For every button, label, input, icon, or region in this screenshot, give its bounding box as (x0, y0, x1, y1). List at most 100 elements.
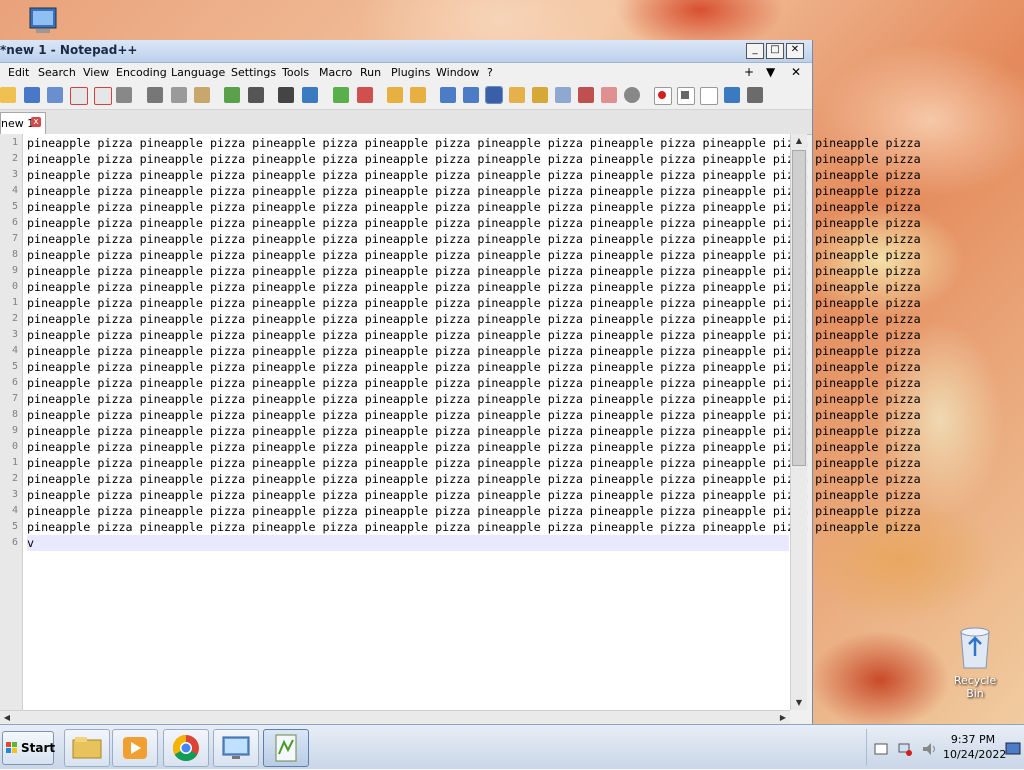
show-desktop-icon[interactable] (1005, 741, 1021, 757)
menu-window[interactable]: Window (436, 66, 479, 79)
cut-icon[interactable] (147, 87, 163, 103)
monitoring-icon[interactable] (624, 87, 640, 103)
zoom-out-icon[interactable] (357, 87, 373, 103)
text-line[interactable]: 2 pineapple pizza pineapple pizza pineapp… (12, 471, 921, 487)
menu-help[interactable]: ? (487, 66, 493, 79)
text-line[interactable]: 1 pineapple pizza pineapple pizza pineapp… (12, 135, 921, 151)
paste-icon[interactable] (194, 87, 210, 103)
title-bar[interactable]: *new 1 - Notepad++ _ □ ✕ (0, 40, 812, 63)
text-line[interactable]: 5 pineapple pizza pineapple pizza pineapp… (12, 359, 921, 375)
text-line[interactable]: 0 pineapple pizza pineapple pizza pineapp… (12, 439, 921, 455)
text-lines[interactable]: 1 pineapple pizza pineapple pizza pineapp… (12, 135, 921, 551)
text-line[interactable]: 9 pineapple pizza pineapple pizza pineapp… (12, 423, 921, 439)
folder-as-workspace-icon[interactable] (601, 87, 617, 103)
text-line[interactable]: 9 pineapple pizza pineapple pizza pineapp… (12, 263, 921, 279)
text-line[interactable]: 3 pineapple pizza pineapple pizza pineapp… (12, 167, 921, 183)
playback-macro-icon[interactable] (700, 87, 718, 105)
text-line[interactable]: 3 pineapple pizza pineapple pizza pineapp… (12, 487, 921, 503)
indent-guide-icon[interactable] (485, 86, 503, 104)
taskbar-remote-desktop[interactable] (213, 729, 259, 767)
action-center-icon[interactable] (873, 741, 889, 757)
redo-icon[interactable] (248, 87, 264, 103)
word-wrap-icon[interactable] (440, 87, 456, 103)
save-all-icon[interactable] (47, 87, 63, 103)
text-line[interactable]: 7 pineapple pizza pineapple pizza pineapp… (12, 231, 921, 247)
network-icon[interactable] (897, 741, 913, 757)
define-language-icon[interactable] (509, 87, 525, 103)
zoom-in-icon[interactable] (333, 87, 349, 103)
minimize-button[interactable]: _ (746, 43, 764, 59)
open-file-icon[interactable] (0, 87, 16, 103)
text-line[interactable]: 2 pineapple pizza pineapple pizza pineapp… (12, 151, 921, 167)
menu-macro[interactable]: Macro (319, 66, 352, 79)
scroll-right-icon[interactable]: ▶ (776, 711, 790, 725)
text-line[interactable]: 2 pineapple pizza pineapple pizza pineapp… (12, 311, 921, 327)
menu-edit[interactable]: Edit (8, 66, 29, 79)
stop-recording-icon[interactable] (677, 87, 695, 105)
menu-search[interactable]: Search (38, 66, 76, 79)
text-line[interactable]: 4 pineapple pizza pineapple pizza pineapp… (12, 503, 921, 519)
taskbar-file-explorer[interactable] (64, 729, 110, 767)
save-icon[interactable] (24, 87, 40, 103)
recycle-bin[interactable]: Recycle Bin (945, 626, 1005, 700)
menu-view[interactable]: View (83, 66, 109, 79)
print-icon[interactable] (116, 87, 132, 103)
menu-run[interactable]: Run (360, 66, 381, 79)
volume-icon[interactable] (921, 741, 937, 757)
text-line[interactable]: 8 pineapple pizza pineapple pizza pineapp… (12, 247, 921, 263)
menu-tools[interactable]: Tools (282, 66, 309, 79)
tab-new-1[interactable]: new 1 x (0, 112, 46, 134)
sync-vertical-icon[interactable] (387, 87, 403, 103)
document-map-icon[interactable] (532, 87, 548, 103)
horizontal-scrollbar[interactable]: ◀ ▶ (0, 710, 790, 725)
save-macro-icon[interactable] (747, 87, 763, 103)
sync-horizontal-icon[interactable] (410, 87, 426, 103)
show-all-characters-icon[interactable] (463, 87, 479, 103)
text-line[interactable]: 0 pineapple pizza pineapple pizza pineapp… (12, 279, 921, 295)
text-line[interactable]: 5 pineapple pizza pineapple pizza pineapp… (12, 519, 921, 535)
record-macro-icon[interactable] (654, 87, 672, 105)
replace-icon[interactable] (302, 87, 318, 103)
current-text-line[interactable]: 6v (12, 535, 789, 551)
find-icon[interactable] (278, 87, 294, 103)
text-line[interactable]: 8 pineapple pizza pineapple pizza pineapp… (12, 407, 921, 423)
text-line[interactable]: 6 pineapple pizza pineapple pizza pineapp… (12, 215, 921, 231)
run-macro-multiple-icon[interactable] (724, 87, 740, 103)
taskbar-chrome[interactable] (163, 729, 209, 767)
close-document-button[interactable]: ✕ (791, 65, 801, 79)
menu-language[interactable]: Language (171, 66, 225, 79)
maximize-button[interactable]: □ (766, 43, 784, 59)
new-tab-plus-button[interactable]: + (744, 65, 754, 79)
close-all-icon[interactable] (94, 87, 112, 105)
text-line[interactable]: 4 pineapple pizza pineapple pizza pineapp… (12, 183, 921, 199)
text-line[interactable]: 1 pineapple pizza pineapple pizza pineapp… (12, 455, 921, 471)
text-line[interactable]: 6 pineapple pizza pineapple pizza pineapp… (12, 375, 921, 391)
menu-settings[interactable]: Settings (231, 66, 276, 79)
tab-list-dropdown-button[interactable]: ▼ (766, 65, 775, 79)
scroll-left-icon[interactable]: ◀ (0, 711, 14, 725)
menu-plugins[interactable]: Plugins (391, 66, 430, 79)
function-list-icon[interactable] (578, 87, 594, 103)
text-line[interactable]: 4 pineapple pizza pineapple pizza pineapp… (12, 343, 921, 359)
vertical-scrollbar[interactable]: ▲ ▼ (790, 134, 807, 710)
text-line[interactable]: 5 pineapple pizza pineapple pizza pineapp… (12, 199, 921, 215)
scroll-down-icon[interactable]: ▼ (791, 696, 807, 710)
document-list-icon[interactable] (555, 87, 571, 103)
undo-icon[interactable] (224, 87, 240, 103)
copy-icon[interactable] (171, 87, 187, 103)
text-line[interactable]: 1 pineapple pizza pineapple pizza pineapp… (12, 295, 921, 311)
tab-close-icon[interactable]: x (31, 117, 41, 127)
close-button[interactable]: ✕ (786, 43, 804, 59)
scroll-up-icon[interactable]: ▲ (791, 134, 807, 148)
text-line[interactable]: 7 pineapple pizza pineapple pizza pineapp… (12, 391, 921, 407)
clock[interactable]: 9:37 PM 10/24/2022 (943, 732, 1006, 762)
start-button[interactable]: Start (2, 731, 55, 765)
text-line[interactable]: 3 pineapple pizza pineapple pizza pineapp… (12, 327, 921, 343)
taskbar-notepadpp[interactable] (263, 729, 309, 767)
taskbar-media-player[interactable] (112, 729, 158, 767)
vertical-scroll-thumb[interactable] (792, 150, 806, 466)
computer-icon[interactable] (18, 6, 58, 38)
editor-area[interactable]: 1 pineapple pizza pineapple pizza pineapp… (0, 134, 921, 710)
close-file-icon[interactable] (70, 87, 88, 105)
menu-encoding[interactable]: Encoding (116, 66, 167, 79)
